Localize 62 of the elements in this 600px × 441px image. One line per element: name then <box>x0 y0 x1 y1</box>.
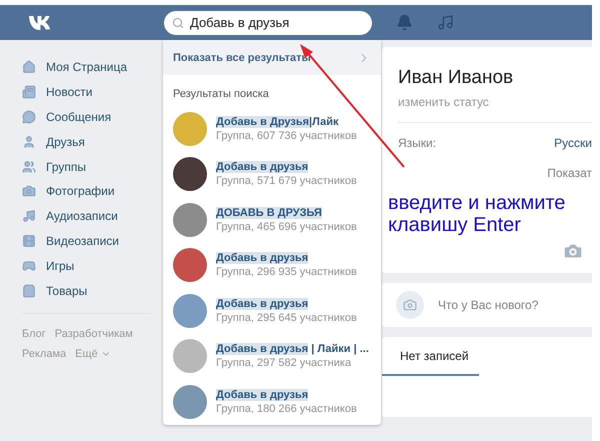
info-value[interactable]: Русски <box>554 136 592 150</box>
search-result[interactable]: Добавь в Друзья|Лайк Группа, 607 736 участников <box>163 106 381 152</box>
result-title: Добавь в друзья <box>216 298 310 310</box>
bell-icon[interactable] <box>396 14 413 31</box>
section-title: Результаты поиска <box>172 87 270 102</box>
annotation-text: введите и нажмите клавишу Enter <box>388 192 566 236</box>
search-result[interactable]: Добавь в друзья Группа, 571 679 участников <box>163 152 381 197</box>
sidebar-item[interactable]: Друзья <box>22 129 157 154</box>
search-result[interactable]: Добавь в друзья | Лайки | ... Группа, 297 582 участника <box>163 334 381 379</box>
result-subtitle: Группа, 295 645 участников <box>216 312 357 324</box>
group-avatar <box>173 248 207 282</box>
logo-icon <box>28 14 52 30</box>
result-title: ДОБАВЬ В ДРУЗЬЯ <box>216 206 323 219</box>
result-subtitle: Группа, 607 736 участников <box>216 130 357 142</box>
shopping-bag-icon <box>22 284 36 298</box>
film-icon <box>22 234 36 248</box>
sidebar-item[interactable]: Видеозаписи <box>22 228 157 254</box>
show-all-results-link[interactable]: Показать все результаты <box>163 40 381 75</box>
person-icon <box>22 134 36 149</box>
music-note-icon[interactable] <box>437 14 454 31</box>
search-result[interactable]: Добавь в друзья Группа, 295 645 участников <box>163 288 381 334</box>
sidebar-item[interactable]: Фотографии <box>22 178 157 204</box>
sidebar-item[interactable]: Сообщения <box>22 104 157 130</box>
people-icon <box>22 160 36 174</box>
sidebar-item[interactable]: Новости <box>22 80 157 105</box>
result-subtitle: Группа, 297 582 участника <box>216 357 352 370</box>
result-title: Добавь в друзья <box>216 388 310 401</box>
search-result[interactable]: ДОБАВЬ В ДРУЗЬЯ Группа, 465 696 участников <box>163 197 381 242</box>
result-title: Добавь в Друзья|Лайк <box>216 116 340 128</box>
music-note-icon <box>22 209 36 224</box>
sidebar-item[interactable]: Товары <box>22 278 157 303</box>
composer-placeholder[interactable]: Что у Вас нового? <box>438 298 538 312</box>
sidebar-item[interactable]: Игры <box>22 253 157 278</box>
group-avatar <box>173 384 207 419</box>
camera-icon <box>396 291 424 319</box>
sidebar-item[interactable]: Группы <box>22 154 157 179</box>
result-subtitle: Группа, 180 266 участников <box>216 402 357 415</box>
result-subtitle: Группа, 465 696 участников <box>216 220 357 233</box>
group-avatar <box>173 202 207 237</box>
search-field[interactable]: Добавь в друзья <box>164 10 372 34</box>
newspaper-icon <box>22 85 36 100</box>
group-avatar <box>173 112 207 146</box>
result-title: Добавь в друзья <box>216 252 310 264</box>
group-avatar <box>173 339 207 374</box>
profile-name: Иван Иванов <box>398 67 514 89</box>
result-subtitle: Группа, 571 679 участников <box>216 175 357 188</box>
search-icon <box>172 16 184 28</box>
search-result[interactable]: Добавь в друзья Группа, 296 935 участников <box>163 242 381 288</box>
result-subtitle: Группа, 296 935 участников <box>216 266 357 278</box>
search-result[interactable]: Добавь в друзья Группа, 180 266 участников <box>163 379 381 424</box>
group-avatar <box>173 157 207 192</box>
group-avatar <box>173 294 207 328</box>
sidebar-item[interactable]: Аудиозаписи <box>22 204 157 229</box>
camera-icon <box>22 184 36 198</box>
show-more-link[interactable]: Показат <box>398 166 592 180</box>
sidebar-item[interactable]: Моя Страница <box>22 55 157 80</box>
result-title: Добавь в друзья | Лайки | ... <box>216 343 369 356</box>
result-title: Добавь в друзья <box>216 161 310 174</box>
home-icon <box>22 60 36 74</box>
speech-bubble-icon <box>22 110 36 124</box>
gamepad-icon <box>22 258 36 273</box>
info-label: Языки: <box>398 136 436 150</box>
